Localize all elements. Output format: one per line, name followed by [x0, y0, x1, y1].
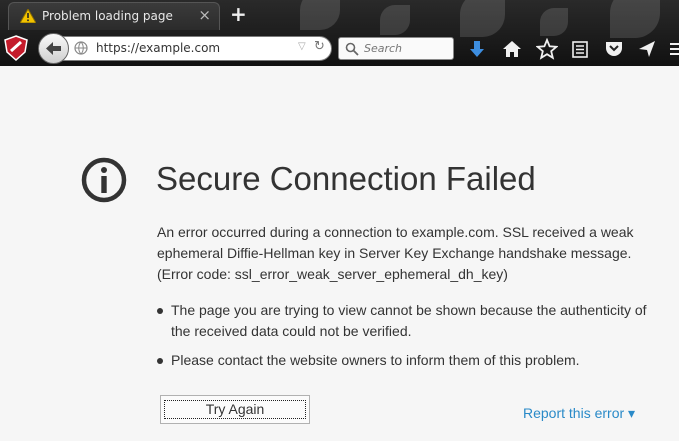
- bookmark-star-icon[interactable]: [536, 38, 558, 60]
- url-text[interactable]: https://example.com: [96, 41, 220, 55]
- share-send-icon[interactable]: [636, 38, 658, 60]
- description-line: An error occurred during a connection to…: [157, 224, 634, 240]
- search-icon: [345, 42, 359, 56]
- theme-leaf: [610, 0, 660, 38]
- warning-icon: [20, 9, 36, 23]
- url-dropdown-icon[interactable]: ▽: [298, 41, 306, 52]
- tab-close-icon[interactable]: ×: [198, 6, 211, 24]
- info-icon: [81, 157, 127, 203]
- pocket-icon[interactable]: [603, 38, 625, 60]
- theme-leaf: [460, 0, 505, 37]
- menu-icon[interactable]: [668, 38, 679, 60]
- shield-extension-icon[interactable]: [2, 34, 30, 62]
- try-again-button[interactable]: Try Again: [160, 395, 310, 424]
- try-again-label: Try Again: [164, 400, 306, 419]
- browser-chrome: Problem loading page × + https://example…: [0, 0, 679, 66]
- reload-icon[interactable]: ↻: [314, 39, 325, 54]
- bookmarks-menu-icon[interactable]: [569, 38, 591, 60]
- page-title: Secure Connection Failed: [156, 160, 536, 197]
- globe-icon[interactable]: [74, 41, 88, 55]
- report-error-link[interactable]: Report this error ▾: [523, 405, 635, 422]
- tab-problem-loading[interactable]: Problem loading page ×: [8, 2, 220, 30]
- theme-leaf: [300, 0, 340, 30]
- download-icon[interactable]: [466, 38, 488, 60]
- new-tab-button[interactable]: +: [230, 2, 247, 26]
- search-placeholder: Search: [364, 42, 403, 55]
- error-description: An error occurred during a connection to…: [157, 222, 667, 285]
- tab-title: Problem loading page: [42, 9, 173, 23]
- theme-leaf: [540, 8, 568, 36]
- home-icon[interactable]: [501, 38, 523, 60]
- back-button[interactable]: [38, 33, 69, 64]
- error-bullet-list: The page you are trying to view cannot b…: [157, 300, 667, 379]
- search-box[interactable]: Search: [338, 37, 454, 60]
- back-arrow-icon: [46, 42, 61, 55]
- theme-leaf: [380, 5, 410, 35]
- description-line: (Error code: ssl_error_weak_server_ephem…: [157, 266, 508, 282]
- list-item: Please contact the website owners to inf…: [157, 350, 667, 371]
- list-item: The page you are trying to view cannot b…: [157, 300, 667, 342]
- description-line: ephemeral Diffie-Hellman key in Server K…: [157, 245, 632, 261]
